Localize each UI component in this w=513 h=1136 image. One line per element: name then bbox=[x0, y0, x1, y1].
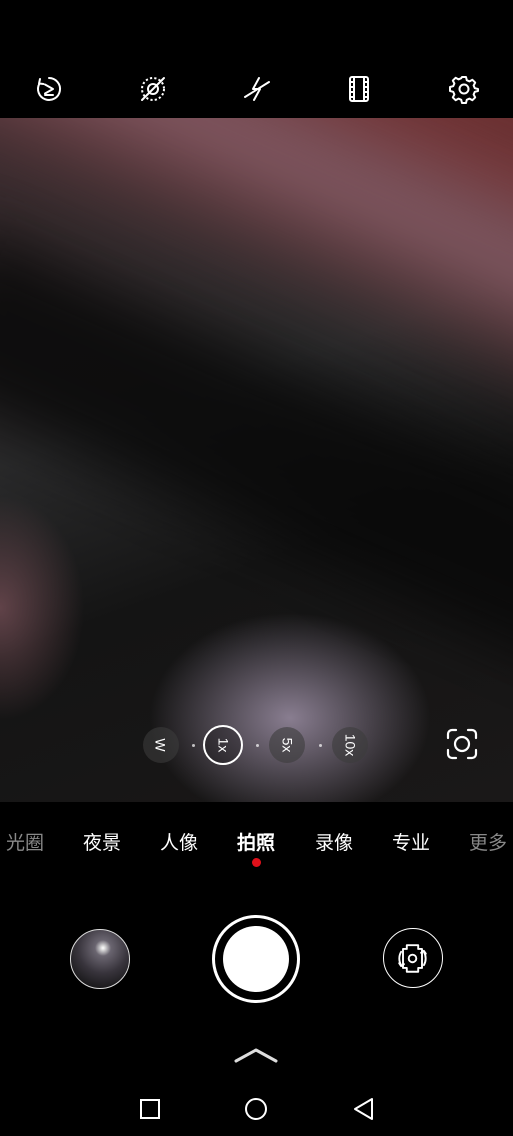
ai-off-icon[interactable] bbox=[138, 74, 168, 104]
camera-viewfinder[interactable]: W 1x 5x 10x bbox=[0, 118, 513, 802]
zoom-separator bbox=[319, 744, 322, 747]
zoom-separator bbox=[192, 744, 195, 747]
shutter-button[interactable] bbox=[212, 915, 300, 1003]
flip-camera-icon[interactable] bbox=[383, 928, 443, 988]
mode-portrait[interactable]: 人像 bbox=[160, 828, 198, 855]
aspect-ratio-icon[interactable] bbox=[344, 74, 374, 104]
live-photo-icon[interactable] bbox=[34, 74, 64, 104]
zoom-w-button[interactable]: W bbox=[143, 727, 179, 763]
settings-icon[interactable] bbox=[449, 74, 479, 104]
camera-switch-lens-icon[interactable] bbox=[445, 727, 479, 761]
gallery-thumbnail[interactable] bbox=[70, 929, 130, 989]
zoom-10x-button[interactable]: 10x bbox=[332, 727, 368, 763]
chevron-up-icon[interactable] bbox=[232, 1044, 280, 1066]
mode-video[interactable]: 录像 bbox=[315, 828, 353, 855]
zoom-1x-button[interactable]: 1x bbox=[203, 725, 243, 765]
zoom-separator bbox=[256, 744, 259, 747]
mode-night[interactable]: 夜景 bbox=[83, 828, 121, 855]
mode-indicator-dot bbox=[252, 858, 261, 867]
flash-off-icon[interactable] bbox=[242, 74, 272, 104]
mode-more[interactable]: 更多 bbox=[469, 828, 507, 855]
top-toolbar bbox=[0, 60, 513, 118]
recents-square-icon[interactable] bbox=[132, 1092, 166, 1126]
mode-photo[interactable]: 拍照 bbox=[237, 828, 275, 855]
home-circle-icon[interactable] bbox=[239, 1092, 273, 1126]
mode-pro[interactable]: 专业 bbox=[392, 828, 430, 855]
zoom-5x-button[interactable]: 5x bbox=[269, 727, 305, 763]
mode-aperture[interactable]: 光圈 bbox=[6, 828, 44, 855]
back-triangle-icon[interactable] bbox=[347, 1092, 381, 1126]
shutter-inner bbox=[223, 926, 289, 992]
mode-selector: 光圈 夜景 人像 拍照 录像 专业 更多 bbox=[0, 820, 513, 860]
